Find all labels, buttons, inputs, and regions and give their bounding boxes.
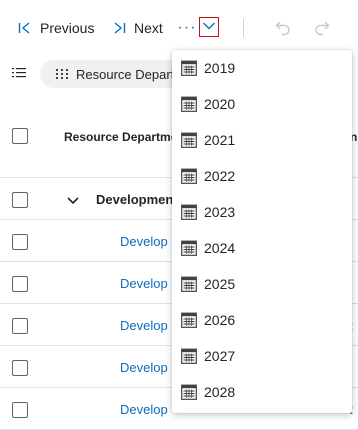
menu-item-year[interactable]: 2020 xyxy=(172,86,352,122)
grid-icon xyxy=(56,67,68,82)
previous-button[interactable]: Previous xyxy=(18,14,94,42)
calendar-icon xyxy=(181,312,197,333)
menu-item-label: 2019 xyxy=(204,60,236,76)
row-link[interactable]: Develop xyxy=(120,276,168,291)
menu-item-year[interactable]: 2026 xyxy=(172,302,352,338)
row-link[interactable]: Develop xyxy=(120,318,168,333)
menu-item-year[interactable]: 2024 xyxy=(172,230,352,266)
menu-item-label: 2028 xyxy=(204,384,236,400)
select-all-checkbox[interactable] xyxy=(12,128,28,144)
undo-button[interactable] xyxy=(274,18,292,41)
row-link[interactable]: Develop xyxy=(120,360,168,375)
menu-item-year[interactable]: 2019 xyxy=(172,50,352,86)
year-dropdown-menu: 2019 2020 2021 2022 2023 2024 2025 2026 … xyxy=(172,50,352,413)
calendar-icon xyxy=(181,204,197,225)
redo-icon xyxy=(313,21,331,40)
calendar-icon xyxy=(181,60,197,81)
group-by-chip-label: Resource Depart xyxy=(76,66,175,82)
undo-icon xyxy=(274,21,292,40)
menu-item-year[interactable]: 2021 xyxy=(172,122,352,158)
menu-item-label: 2025 xyxy=(204,276,236,292)
previous-icon xyxy=(18,21,32,35)
menu-item-year[interactable]: 2027 xyxy=(172,338,352,374)
column-header-resource-department[interactable]: Resource Departme xyxy=(64,130,177,144)
redo-button[interactable] xyxy=(313,18,331,41)
more-commands-button[interactable]: ··· xyxy=(175,14,199,42)
previous-label: Previous xyxy=(40,20,95,36)
menu-item-year[interactable]: 2025 xyxy=(172,266,352,302)
row-link[interactable]: Develop xyxy=(120,402,168,417)
calendar-icon xyxy=(181,96,197,117)
calendar-icon xyxy=(181,168,197,189)
row-checkbox[interactable] xyxy=(12,402,28,418)
next-label: Next xyxy=(134,20,163,36)
menu-item-year[interactable]: 2022 xyxy=(172,158,352,194)
calendar-icon xyxy=(181,240,197,261)
menu-item-label: 2026 xyxy=(204,312,236,328)
next-icon xyxy=(112,21,126,35)
group-checkbox[interactable] xyxy=(12,192,28,208)
row-checkbox[interactable] xyxy=(12,234,28,250)
row-checkbox[interactable] xyxy=(12,276,28,292)
calendar-icon xyxy=(181,348,197,369)
next-button[interactable]: Next xyxy=(112,14,163,42)
calendar-icon xyxy=(181,132,197,153)
menu-item-label: 2020 xyxy=(204,96,236,112)
chevron-down-icon[interactable] xyxy=(67,193,79,211)
toolbar-divider xyxy=(243,19,244,37)
menu-item-label: 2021 xyxy=(204,132,236,148)
row-link[interactable]: Develop xyxy=(120,234,168,249)
calendar-icon xyxy=(181,276,197,297)
group-by-chip[interactable]: Resource Depart xyxy=(40,60,190,88)
list-icon[interactable] xyxy=(12,66,26,84)
calendar-icon xyxy=(181,384,197,405)
chevron-down-icon xyxy=(202,18,216,36)
command-bar: Previous Next ··· xyxy=(0,0,358,56)
menu-item-year[interactable]: 2028 xyxy=(172,374,352,410)
row-checkbox[interactable] xyxy=(12,318,28,334)
row-checkbox[interactable] xyxy=(12,360,28,376)
dropdown-toggle-button[interactable] xyxy=(199,17,219,37)
menu-item-label: 2023 xyxy=(204,204,236,220)
menu-item-year[interactable]: 2023 xyxy=(172,194,352,230)
menu-item-label: 2024 xyxy=(204,240,236,256)
menu-item-label: 2022 xyxy=(204,168,236,184)
menu-item-label: 2027 xyxy=(204,348,236,364)
group-label: Development xyxy=(96,192,178,207)
